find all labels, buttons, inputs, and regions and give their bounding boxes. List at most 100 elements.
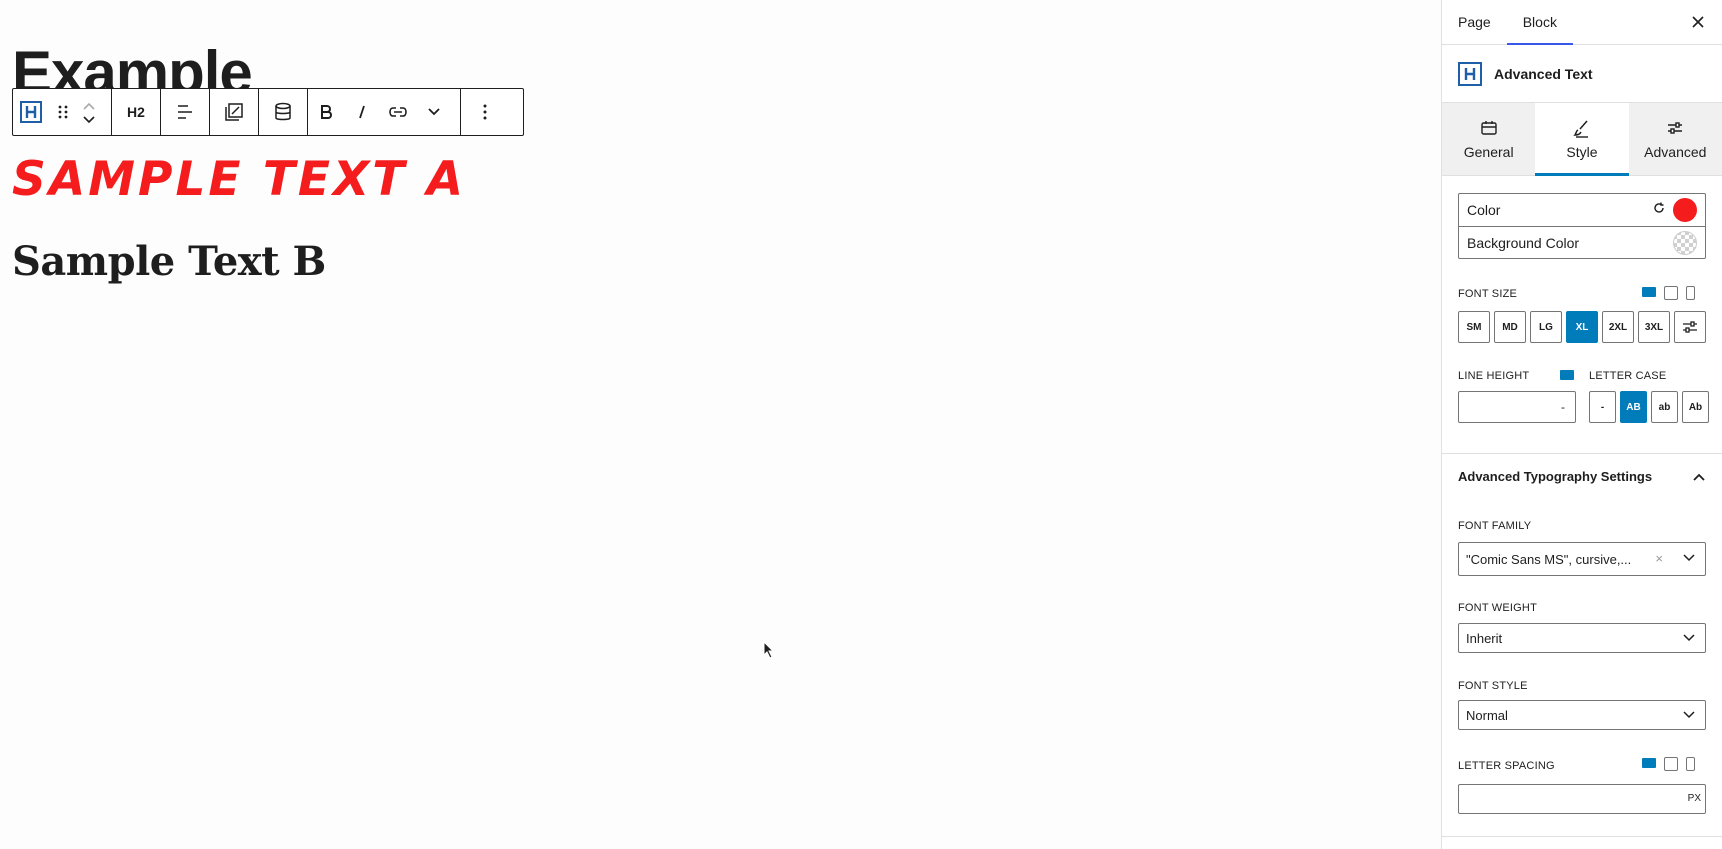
toolbar-group-transform <box>210 89 259 135</box>
brush-icon <box>1573 120 1588 138</box>
advanced-typography-title: Advanced Typography Settings <box>1458 469 1653 484</box>
chevron-down-icon <box>83 116 95 124</box>
sample-text-b[interactable]: Sample Text B <box>12 236 326 288</box>
background-color-label: Background Color <box>1467 234 1580 251</box>
font-family-select[interactable]: "Comic Sans MS", cursive,... × <box>1458 542 1706 576</box>
chevron-up-icon <box>83 102 95 110</box>
line-height-input[interactable]: - <box>1458 391 1576 423</box>
sidebar-tabs: Page Block <box>1442 0 1722 45</box>
block-name: Advanced Text <box>1494 65 1593 82</box>
toolbar-group-block <box>13 89 112 135</box>
desktop-icon[interactable] <box>1560 370 1574 380</box>
font-family-label: FONT FAMILY <box>1458 520 1532 532</box>
font-weight-select[interactable]: Inherit <box>1458 623 1706 653</box>
tab-style-label: Style <box>1566 144 1598 160</box>
heading-example[interactable]: Example <box>12 38 252 88</box>
font-size-md[interactable]: MD <box>1494 311 1526 343</box>
font-weight-label: FONT WEIGHT <box>1458 602 1537 614</box>
advanced-typography-toggle[interactable]: Advanced Typography Settings <box>1458 469 1706 484</box>
italic-button[interactable] <box>344 89 380 135</box>
tab-style[interactable]: Style <box>1535 103 1629 176</box>
more-format-button[interactable] <box>416 89 452 135</box>
tab-page[interactable]: Page <box>1442 0 1507 44</box>
tab-block[interactable]: Block <box>1506 0 1574 45</box>
reset-color-button[interactable] <box>1653 201 1665 217</box>
font-size-device-switcher <box>1642 286 1695 300</box>
font-size-3xl[interactable]: 3XL <box>1638 311 1670 343</box>
heading-block-icon <box>1458 61 1482 86</box>
desktop-icon[interactable] <box>1642 758 1656 768</box>
toolbar-group-level: H2 <box>112 89 161 135</box>
section-divider <box>1442 836 1722 837</box>
chevron-down-icon <box>1683 708 1695 722</box>
line-height-device-switcher <box>1560 369 1574 380</box>
bold-button[interactable] <box>308 89 344 135</box>
options-button[interactable] <box>461 89 509 135</box>
letter-spacing-input[interactable]: PX <box>1458 784 1706 814</box>
font-style-value: Normal <box>1466 707 1508 723</box>
font-size-lg[interactable]: LG <box>1530 311 1562 343</box>
heading-level-button[interactable]: H2 <box>112 89 160 135</box>
font-size-sm[interactable]: SM <box>1458 311 1490 343</box>
text-color-row[interactable]: Color <box>1459 194 1705 226</box>
line-height-label: LINE HEIGHT <box>1458 370 1530 382</box>
font-size-2xl[interactable]: 2XL <box>1602 311 1634 343</box>
panel-tabs: General Style Advanced <box>1442 103 1722 176</box>
letter-case-capitalize[interactable]: Ab <box>1682 391 1709 423</box>
font-style-label: FONT STYLE <box>1458 680 1528 692</box>
tablet-icon[interactable] <box>1664 757 1678 771</box>
tab-advanced-label: Advanced <box>1644 144 1707 160</box>
background-color-swatch[interactable] <box>1673 231 1697 255</box>
tab-general[interactable]: General <box>1442 103 1535 175</box>
font-weight-value: Inherit <box>1466 630 1503 646</box>
letter-case-none[interactable]: - <box>1589 391 1616 423</box>
block-card: Advanced Text <box>1442 45 1722 103</box>
desktop-icon[interactable] <box>1642 287 1656 297</box>
tab-advanced[interactable]: Advanced <box>1629 103 1722 175</box>
font-size-custom-button[interactable] <box>1674 311 1706 343</box>
chevron-up-icon <box>1693 473 1705 481</box>
calendar-icon <box>1480 121 1497 135</box>
link-button[interactable] <box>380 89 416 135</box>
font-family-value: "Comic Sans MS", cursive,... <box>1466 551 1632 567</box>
link-icon <box>389 107 407 117</box>
sliders-icon <box>1668 122 1683 134</box>
close-icon <box>1692 16 1704 28</box>
font-style-select[interactable]: Normal <box>1458 700 1706 730</box>
drag-handle[interactable] <box>49 89 77 135</box>
close-sidebar-button[interactable] <box>1688 12 1708 32</box>
align-button[interactable] <box>161 89 209 135</box>
heading-block-icon <box>20 101 42 123</box>
mobile-icon[interactable] <box>1686 286 1695 300</box>
database-icon <box>275 102 291 121</box>
letter-case-label: LETTER CASE <box>1589 370 1667 382</box>
tab-general-label: General <box>1463 144 1514 160</box>
move-down-button[interactable] <box>82 112 96 126</box>
dynamic-data-button[interactable] <box>259 89 307 135</box>
mobile-icon[interactable] <box>1686 757 1695 771</box>
toolbar-group-align <box>161 89 210 135</box>
clear-font-family-button[interactable]: × <box>1655 551 1663 566</box>
sliders-icon <box>1683 321 1697 333</box>
background-color-row[interactable]: Background Color <box>1459 226 1705 258</box>
color-settings: Color Background Color <box>1458 193 1706 259</box>
bold-icon <box>321 105 332 119</box>
sample-text-a[interactable]: SAMPLE TEXT A <box>12 150 466 210</box>
letter-case-upper[interactable]: AB <box>1620 391 1647 423</box>
tablet-icon[interactable] <box>1664 286 1678 300</box>
block-type-button[interactable] <box>13 89 49 135</box>
drag-icon <box>58 105 68 119</box>
toolbar-group-data <box>259 89 308 135</box>
letter-spacing-device-switcher <box>1642 757 1695 771</box>
letter-spacing-label: LETTER SPACING <box>1458 760 1555 772</box>
toolbar-group-format <box>308 89 461 135</box>
copy-style-button[interactable] <box>210 89 258 135</box>
align-left-icon <box>178 105 192 119</box>
letter-case-options: - AB ab Ab <box>1589 391 1709 423</box>
text-color-swatch[interactable] <box>1673 198 1697 222</box>
letter-case-lower[interactable]: ab <box>1651 391 1678 423</box>
font-size-xl[interactable]: XL <box>1566 311 1598 343</box>
letter-spacing-unit[interactable]: PX <box>1688 793 1701 804</box>
move-up-button[interactable] <box>82 98 96 112</box>
chevron-down-icon <box>1683 551 1695 565</box>
